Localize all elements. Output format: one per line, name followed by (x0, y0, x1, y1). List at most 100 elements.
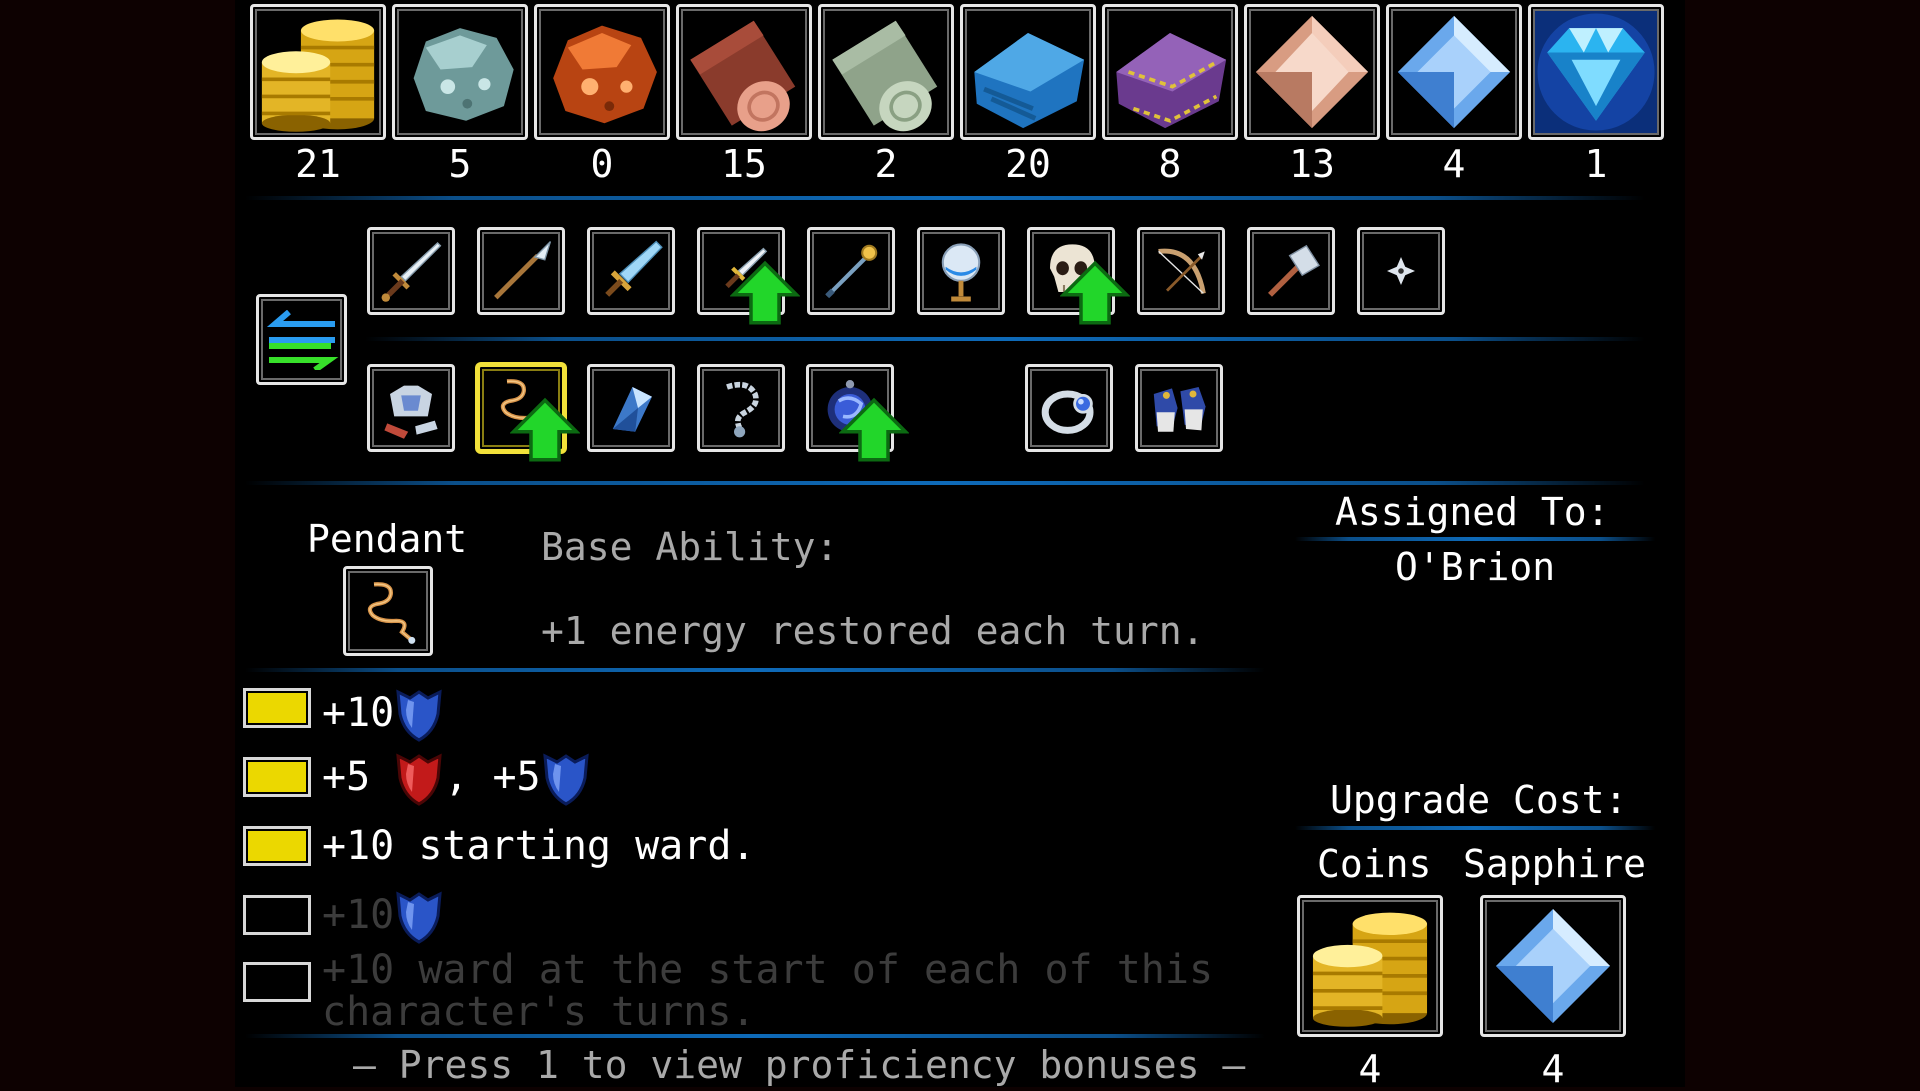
resource-count: 20 (1005, 142, 1051, 186)
bonus-2-text-b: +5 (492, 754, 541, 800)
accessory-slot[interactable] (1025, 364, 1113, 452)
resource-count: 13 (1289, 142, 1335, 186)
ring-icon (1034, 373, 1104, 443)
birch-log-icon (825, 11, 947, 133)
weapon-slot[interactable] (1027, 227, 1115, 315)
bonus-5-line2: character's turns. (322, 989, 756, 1035)
shuriken-icon (1366, 236, 1436, 306)
resource-slot (1386, 4, 1522, 140)
weapon-slot[interactable] (367, 227, 455, 315)
resource-count: 1 (1584, 142, 1608, 186)
upgrade-arrow-icon (839, 395, 909, 465)
separator (1295, 537, 1655, 541)
swap-arrows-icon (266, 309, 338, 370)
assigned-character[interactable]: O'Brion (1395, 548, 1555, 586)
separator (245, 481, 1645, 485)
resource-count: 0 (590, 142, 614, 186)
bonus-2-text-a: +5 (322, 754, 371, 800)
sapphire-icon (1491, 904, 1615, 1028)
cost-coins-slot (1297, 895, 1443, 1037)
accessory-slot-selected[interactable] (477, 364, 565, 452)
upgrade-arrow-icon (730, 258, 800, 328)
accessory-slot[interactable] (367, 364, 455, 452)
proficiency-hint: – Press 1 to view proficiency bonuses – (353, 1043, 1246, 1087)
cost-sapphire-slot (1480, 895, 1626, 1037)
separator (245, 196, 1645, 200)
separator (245, 1034, 1265, 1038)
resource-slot (392, 4, 528, 140)
swap-button[interactable] (256, 294, 347, 385)
bonus-4-text: +10 (322, 892, 395, 938)
resource-slot (1102, 4, 1238, 140)
orb-icon (926, 236, 996, 306)
resource-slot (534, 4, 670, 140)
resource-count: 4 (1442, 142, 1466, 186)
rose-quartz-icon (1251, 11, 1373, 133)
copper-ore-icon (541, 11, 663, 133)
broadsword-icon (596, 236, 666, 306)
weapon-slot[interactable] (697, 227, 785, 315)
weapon-slot[interactable] (917, 227, 1005, 315)
armor-shield-icon (394, 752, 444, 806)
weapon-slot[interactable] (1137, 227, 1225, 315)
bonus-4: +10 (322, 890, 444, 944)
bonus-checkbox-4 (243, 895, 311, 935)
coins-icon (1308, 904, 1432, 1028)
item-slot (343, 566, 433, 656)
bonus-checkbox-1 (243, 688, 311, 728)
sapphire-icon (1393, 11, 1515, 133)
bonus-1-text: +10 (322, 690, 395, 736)
pendant-icon (353, 576, 423, 646)
spear-icon (486, 236, 556, 306)
silver-ore-icon (399, 11, 521, 133)
upgrade-arrow-icon (510, 395, 580, 465)
weapon-slot[interactable] (477, 227, 565, 315)
diamond-icon (1535, 11, 1657, 133)
accessory-slot[interactable] (806, 364, 894, 452)
bonus-3-text: +10 starting ward. (322, 823, 756, 869)
resource-slot (676, 4, 812, 140)
weapon-slot[interactable] (587, 227, 675, 315)
wood-log-icon (683, 11, 805, 133)
cost-coins-label: Coins (1317, 842, 1432, 886)
resource-count: 21 (295, 142, 341, 186)
accessory-slot[interactable] (587, 364, 675, 452)
weapon-slot[interactable] (1247, 227, 1335, 315)
bonus-checkbox-2 (243, 757, 311, 797)
upgrade-arrow-icon (1060, 258, 1130, 328)
bonus-checkbox-5 (243, 962, 311, 1002)
bonus-5-line1: +10 ward at the start of each of this (322, 947, 1214, 993)
bonus-checkbox-3 (243, 826, 311, 866)
warhammer-icon (1256, 236, 1326, 306)
coins-icon (257, 11, 379, 133)
cost-sapphire-label: Sapphire (1463, 842, 1647, 886)
base-ability-text: +1 energy restored each turn. (541, 609, 1205, 653)
assigned-to-label: Assigned To: (1335, 490, 1610, 534)
ward-shield-icon (394, 688, 444, 742)
bonus-2-sep: , (444, 754, 469, 800)
chain-icon (706, 373, 776, 443)
crystal-icon (596, 373, 666, 443)
resource-slot (1244, 4, 1380, 140)
cost-coins-amount: 4 (1358, 1047, 1382, 1091)
ward-shield-icon (541, 752, 591, 806)
separator (245, 668, 1265, 672)
resource-count: 5 (448, 142, 472, 186)
weapon-slot[interactable] (1357, 227, 1445, 315)
accessory-slot[interactable] (697, 364, 785, 452)
weapon-slot[interactable] (807, 227, 895, 315)
item-name: Pendant (307, 517, 468, 561)
resource-count: 15 (721, 142, 767, 186)
ward-shield-icon (394, 890, 444, 944)
bow-icon (1146, 236, 1216, 306)
resource-slot (960, 4, 1096, 140)
upgrade-cost-label: Upgrade Cost: (1330, 778, 1628, 822)
blue-cloth-icon (967, 11, 1089, 133)
purple-cloth-icon (1109, 11, 1231, 133)
base-ability-label: Base Ability: (541, 525, 839, 569)
resource-slot (250, 4, 386, 140)
staff-icon (816, 236, 886, 306)
sword-icon (376, 236, 446, 306)
accessory-slot[interactable] (1135, 364, 1223, 452)
resource-slot (818, 4, 954, 140)
